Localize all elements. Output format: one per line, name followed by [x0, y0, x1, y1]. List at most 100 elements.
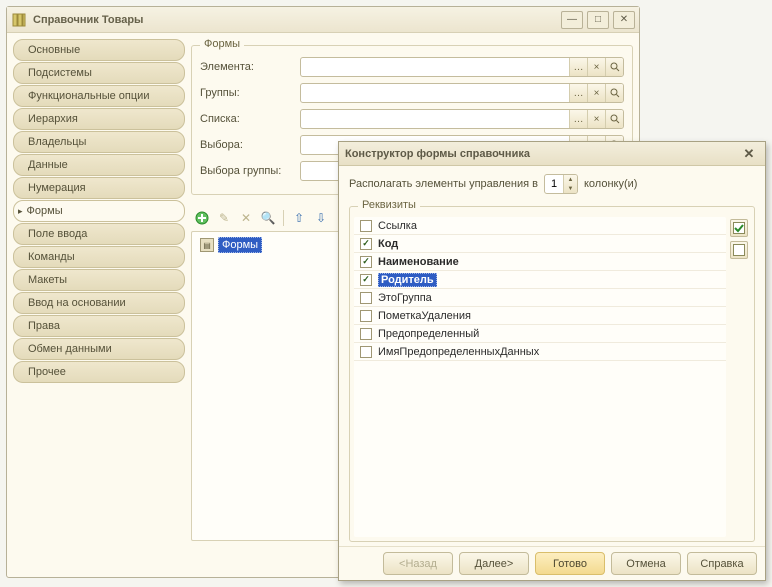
requisite-label: Ссылка [378, 220, 417, 232]
nav-item[interactable]: Функциональные опции [13, 85, 185, 107]
titlebar: Справочник Товары — □ ✕ [7, 7, 639, 33]
requisite-row[interactable]: ✓Родитель [354, 271, 726, 289]
requisite-label: ИмяПредопределенныхДанных [378, 346, 539, 358]
checkbox[interactable] [360, 220, 372, 232]
dialog-close-button[interactable]: ✕ [739, 146, 759, 162]
search-icon[interactable] [605, 84, 623, 102]
ellipsis-icon[interactable]: … [569, 84, 587, 102]
nav-item[interactable]: Нумерация [13, 177, 185, 199]
requisite-row[interactable]: ✓ Наименование [354, 253, 726, 271]
form-row-label: Выбора: [200, 139, 300, 151]
checkbox[interactable]: ✓ [360, 274, 372, 286]
form-text-input[interactable] [301, 110, 569, 128]
nav-item[interactable]: Подсистемы [13, 62, 185, 84]
requisite-label: Наименование [378, 256, 459, 268]
nav-item[interactable]: Ввод на основании [13, 292, 185, 314]
requisite-row[interactable]: ✓ Код [354, 235, 726, 253]
nav-item[interactable]: Команды [13, 246, 185, 268]
search-icon[interactable] [605, 110, 623, 128]
search-icon[interactable] [605, 58, 623, 76]
ellipsis-icon[interactable]: … [569, 58, 587, 76]
requisite-label: Предопределенный [378, 328, 479, 340]
dlg-next-label: Далее> [475, 558, 514, 570]
form-row-label: Списка: [200, 113, 300, 125]
form-input[interactable]: …× [300, 57, 624, 77]
dlg-cancel-label: Отмена [626, 558, 665, 570]
dlg-next-button[interactable]: Далее> [459, 552, 529, 575]
form-text-input[interactable] [301, 84, 569, 102]
move-down-icon[interactable]: ⇩ [312, 209, 330, 227]
checkbox[interactable]: ✓ [360, 256, 372, 268]
form-row: Группы:…× [200, 82, 624, 104]
add-icon[interactable] [193, 209, 211, 227]
move-up-icon[interactable]: ⇧ [290, 209, 308, 227]
form-item-icon: ▤ [200, 238, 214, 252]
maximize-button[interactable]: □ [587, 11, 609, 29]
checkbox[interactable]: ✓ [360, 238, 372, 250]
columns-row: Располагать элементы управления в ▲ ▼ ко… [349, 174, 755, 194]
clear-icon[interactable]: × [587, 84, 605, 102]
requisite-row[interactable]: ИмяПредопределенныхДанных [354, 343, 726, 361]
nav-item[interactable]: Основные [13, 39, 185, 61]
requisite-label: ЭтоГруппа [378, 292, 432, 304]
requisite-row[interactable]: Предопределенный [354, 325, 726, 343]
ellipsis-icon[interactable]: … [569, 110, 587, 128]
columns-label-post: колонку(и) [584, 178, 637, 190]
form-text-input[interactable] [301, 58, 569, 76]
requisites-list[interactable]: Ссылка ✓ Код ✓ Наименование ✓Родитель ЭтоГрупп… [354, 217, 726, 537]
dlg-done-button[interactable]: Готово [535, 552, 605, 575]
requisites-fieldset: Реквизиты Ссылка✓Код✓Наименование✓Родите… [349, 206, 755, 542]
nav-item[interactable]: Формы [13, 200, 185, 222]
delete-icon[interactable]: ✕ [237, 209, 255, 227]
requisite-label: ПометкаУдаления [378, 310, 471, 322]
magnify-icon[interactable]: 🔍 [259, 209, 277, 227]
dialog-footer: <Назад Далее> Готово Отмена Справка [339, 546, 765, 580]
nav-item[interactable]: Права [13, 315, 185, 337]
requisite-row[interactable]: ЭтоГруппа [354, 289, 726, 307]
dialog-title: Конструктор формы справочника [345, 148, 739, 160]
nav-item[interactable]: Макеты [13, 269, 185, 291]
nav-item[interactable]: Обмен данными [13, 338, 185, 360]
nav-item[interactable]: Данные [13, 154, 185, 176]
columns-spinner[interactable]: ▲ ▼ [544, 174, 578, 194]
forms-legend: Формы [200, 38, 244, 50]
form-constructor-dialog: Конструктор формы справочника ✕ Располаг… [338, 141, 766, 581]
nav-item[interactable]: Иерархия [13, 108, 185, 130]
nav-item[interactable]: Прочее [13, 361, 185, 383]
columns-input[interactable] [545, 177, 563, 191]
dlg-back-button[interactable]: <Назад [383, 552, 453, 575]
form-input[interactable]: …× [300, 83, 624, 103]
dlg-done-label: Готово [553, 558, 587, 570]
checkbox[interactable] [360, 292, 372, 304]
catalog-icon [11, 12, 27, 28]
checkbox[interactable] [360, 310, 372, 322]
uncheck-all-icon[interactable] [730, 241, 748, 259]
requisite-row[interactable]: Ссылка [354, 217, 726, 235]
nav-item[interactable]: Владельцы [13, 131, 185, 153]
spin-down-icon[interactable]: ▼ [564, 184, 577, 193]
requisite-label: Код [378, 238, 398, 250]
nav-item[interactable]: Поле ввода [13, 223, 185, 245]
list-item-label: Формы [218, 237, 262, 253]
columns-label-pre: Располагать элементы управления в [349, 178, 538, 190]
dlg-help-button[interactable]: Справка [687, 552, 757, 575]
dlg-cancel-button[interactable]: Отмена [611, 552, 681, 575]
edit-icon[interactable]: ✎ [215, 209, 233, 227]
check-all-icon[interactable] [730, 219, 748, 237]
checkbox[interactable] [360, 346, 372, 358]
form-row-label: Группы: [200, 87, 300, 99]
form-row: Элемента:…× [200, 56, 624, 78]
clear-icon[interactable]: × [587, 110, 605, 128]
form-row-label: Элемента: [200, 61, 300, 73]
clear-icon[interactable]: × [587, 58, 605, 76]
minimize-button[interactable]: — [561, 11, 583, 29]
close-button[interactable]: ✕ [613, 11, 635, 29]
nav-sidebar: ОсновныеПодсистемыФункциональные опцииИе… [13, 39, 185, 541]
dlg-help-label: Справка [700, 558, 743, 570]
requisites-legend: Реквизиты [358, 199, 420, 211]
form-input[interactable]: …× [300, 109, 624, 129]
checkbox[interactable] [360, 328, 372, 340]
requisite-row[interactable]: ПометкаУдаления [354, 307, 726, 325]
spin-up-icon[interactable]: ▲ [564, 175, 577, 184]
window-title: Справочник Товары [33, 14, 561, 26]
